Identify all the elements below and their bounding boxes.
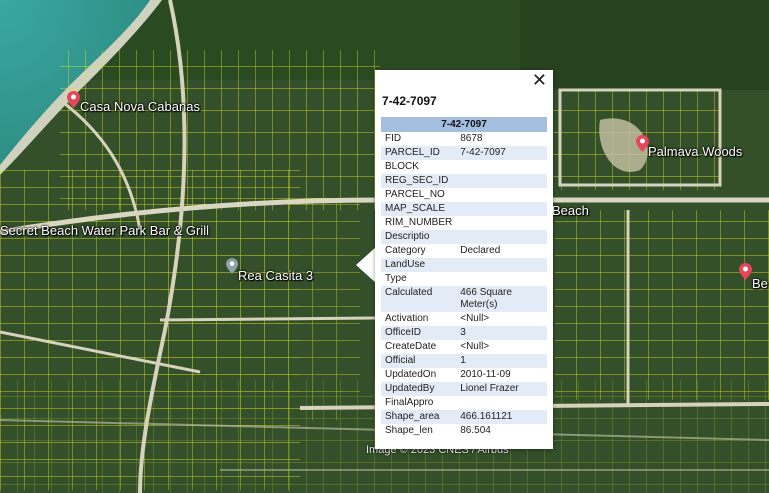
attribute-value: Lionel Frazer — [456, 382, 547, 396]
attribute-value — [456, 272, 547, 286]
attribute-row: CreateDate <Null> — [381, 340, 547, 354]
attribute-key: Calculated — [381, 286, 457, 312]
attribute-table: 7-42-7097 FID 8678 PARCEL_ID 7-42-7097 BLOCK… — [381, 117, 547, 438]
attribute-value: Declared — [460, 245, 501, 256]
attribute-row: Descriptio — [381, 230, 547, 244]
attribute-row: REG_SEC_ID — [381, 174, 547, 188]
attribute-row: RIM_NUMBER — [381, 216, 547, 230]
attribute-row: OfficeID 3 — [381, 326, 547, 340]
attribute-key: FID — [385, 133, 402, 144]
attribute-value: 466 Square Meter(s) — [456, 286, 547, 312]
attribute-key: MAP_SCALE — [381, 202, 457, 216]
map-pin-icon[interactable] — [67, 91, 80, 108]
attribute-row: Category Declared — [381, 244, 547, 258]
map-pin-icon[interactable] — [739, 263, 752, 280]
attribute-key: OfficeID — [381, 326, 457, 340]
attribute-value: 8678 — [460, 133, 483, 144]
attribute-key: Category — [385, 245, 426, 256]
place-label[interactable]: Secret Beach Water Park Bar & Grill — [0, 223, 209, 238]
place-label[interactable]: Palmava Woods — [648, 144, 742, 159]
attribute-key: BLOCK — [385, 161, 419, 172]
attribute-row: UpdatedBy Lionel Frazer — [381, 382, 547, 396]
attribute-value: 466.161121 — [456, 410, 547, 424]
attribute-value — [456, 174, 547, 188]
attribute-value: <Null> — [460, 313, 490, 324]
place-label[interactable]: Be — [752, 276, 768, 291]
attribute-row: Activation <Null> — [381, 312, 547, 326]
attribute-key: Type — [385, 273, 407, 284]
attribute-value — [456, 230, 547, 244]
attribute-key: FinalAppro — [385, 397, 434, 408]
attribute-row: PARCEL_ID 7-42-7097 — [381, 146, 547, 160]
attribute-row: PARCEL_NO — [381, 188, 547, 202]
attribute-key: UpdatedBy — [381, 382, 457, 396]
attribute-row: FID 8678 — [381, 132, 547, 146]
close-icon[interactable]: ✕ — [532, 72, 547, 90]
attribute-value: 3 — [456, 326, 547, 340]
attribute-key: Descriptio — [381, 230, 457, 244]
attribute-row: Shape_area 466.161121 — [381, 410, 547, 424]
attribute-row: Official 1 — [381, 354, 547, 368]
attribute-key: LandUse — [381, 258, 457, 272]
attribute-value — [456, 160, 547, 174]
attribute-key: UpdatedOn — [385, 369, 437, 380]
place-label[interactable]: Beach — [552, 203, 589, 218]
attribute-value: <Null> — [460, 341, 490, 352]
attribute-key: PARCEL_ID — [381, 146, 457, 160]
attribute-row: Type — [381, 272, 547, 286]
attribute-value: 7-42-7097 — [456, 146, 547, 160]
attribute-row: Calculated 466 Square Meter(s) — [381, 286, 547, 312]
popup-body[interactable]: 7-42-7097 FID 8678 PARCEL_ID 7-42-7097 BLOCK… — [381, 117, 547, 438]
attribute-row: LandUse — [381, 258, 547, 272]
attribute-row: BLOCK — [381, 160, 547, 174]
attribute-key: REG_SEC_ID — [381, 174, 457, 188]
attribute-value — [456, 188, 547, 202]
attribute-value — [456, 216, 547, 230]
attribute-key: PARCEL_NO — [385, 189, 445, 200]
attribute-value — [456, 258, 547, 272]
place-label[interactable]: Rea Casita 3 — [238, 268, 313, 283]
attribute-key: Shape_len — [385, 425, 433, 436]
attribute-row: FinalAppro — [381, 396, 547, 410]
place-label[interactable]: Casa Nova Cabanas — [80, 99, 200, 114]
attribute-row: MAP_SCALE — [381, 202, 547, 216]
popup-title: 7-42-7097 — [382, 94, 437, 108]
attribute-key: CreateDate — [385, 341, 437, 352]
attribute-value: 86.504 — [460, 425, 491, 436]
attribute-row: Shape_len 86.504 — [381, 424, 547, 438]
attribute-value — [456, 396, 547, 410]
attribute-key: Activation — [385, 313, 429, 324]
attribute-row: UpdatedOn 2010-11-09 — [381, 368, 547, 382]
attribute-table-header: 7-42-7097 — [381, 117, 547, 132]
parcel-info-popup: ✕ 7-42-7097 7-42-7097 FID 8678 PARCEL_ID 7-… — [375, 70, 553, 449]
attribute-key: Official — [381, 354, 457, 368]
attribute-value: 2010-11-09 — [460, 369, 511, 380]
attribute-value: 1 — [456, 354, 547, 368]
attribute-value — [456, 202, 547, 216]
attribute-key: Shape_area — [381, 410, 457, 424]
map-pin-icon[interactable] — [226, 258, 238, 274]
popup-pointer — [356, 247, 376, 283]
attribute-key: RIM_NUMBER — [385, 217, 453, 228]
